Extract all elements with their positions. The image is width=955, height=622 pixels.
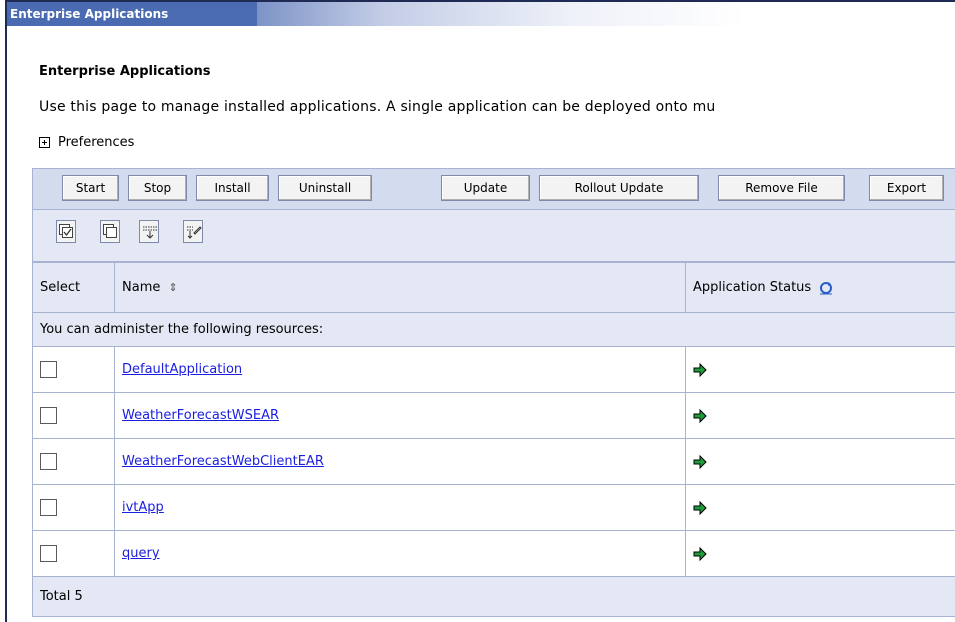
row-name-cell: WeatherForecastWSEAR (114, 392, 686, 439)
uninstall-button[interactable]: Uninstall (278, 175, 372, 201)
preferences-label[interactable]: Preferences (58, 135, 134, 150)
window-title: Enterprise Applications (10, 7, 169, 21)
applications-table: Select Name ⇕ Application Status You can… (32, 262, 955, 617)
table-row: DefaultApplication (32, 346, 955, 393)
update-button[interactable]: Update (441, 175, 530, 201)
column-header-name[interactable]: Name ⇕ (114, 262, 686, 313)
column-header-name-label[interactable]: Name (122, 280, 160, 295)
row-select-cell (32, 530, 115, 577)
start-button[interactable]: Start (62, 175, 119, 201)
column-header-select: Select (32, 262, 115, 313)
running-arrow-icon (693, 454, 707, 469)
running-arrow-icon (693, 546, 707, 561)
rollout-update-button[interactable]: Rollout Update (539, 175, 699, 201)
table-row: query (32, 530, 955, 577)
row-checkbox[interactable] (40, 499, 57, 516)
total-count: Total 5 (32, 576, 955, 617)
refresh-icon[interactable] (819, 281, 833, 295)
title-bar-gradient (257, 2, 955, 26)
column-header-status: Application Status (685, 262, 955, 313)
preferences-toggle[interactable]: Preferences (39, 133, 134, 151)
table-row: WeatherForecastWebClientEAR (32, 438, 955, 485)
row-name-cell: query (114, 530, 686, 577)
page-description: Use this page to manage installed applic… (39, 99, 716, 115)
selection-icon-bar (32, 210, 955, 262)
deselect-all-icon[interactable] (100, 220, 120, 243)
row-select-cell (32, 346, 115, 393)
info-text: You can administer the following resourc… (32, 312, 955, 347)
show-filter-icon[interactable] (139, 220, 159, 243)
app-link[interactable]: WeatherForecastWebClientEAR (122, 454, 324, 469)
install-button[interactable]: Install (196, 175, 269, 201)
info-row: You can administer the following resourc… (32, 312, 955, 347)
app-link[interactable]: WeatherForecastWSEAR (122, 408, 279, 423)
app-link[interactable]: query (122, 546, 160, 561)
running-arrow-icon (693, 500, 707, 515)
remove-file-button[interactable]: Remove File (718, 175, 845, 201)
row-name-cell: WeatherForecastWebClientEAR (114, 438, 686, 485)
running-arrow-icon (693, 362, 707, 377)
row-select-cell (32, 484, 115, 531)
page-title: Enterprise Applications (39, 64, 211, 79)
sort-icon[interactable]: ⇕ (169, 281, 178, 294)
row-status-cell (685, 392, 955, 439)
total-row: Total 5 (32, 576, 955, 617)
table-header-row: Select Name ⇕ Application Status (32, 262, 955, 313)
table-row: WeatherForecastWSEAR (32, 392, 955, 439)
app-link[interactable]: ivtApp (122, 500, 164, 515)
export-button[interactable]: Export (869, 175, 944, 201)
clear-filter-icon[interactable] (183, 220, 203, 243)
app-link[interactable]: DefaultApplication (122, 362, 242, 377)
row-checkbox[interactable] (40, 545, 57, 562)
row-checkbox[interactable] (40, 407, 57, 424)
table-row: ivtApp (32, 484, 955, 531)
running-arrow-icon (693, 408, 707, 423)
select-all-icon[interactable] (56, 220, 76, 243)
row-select-cell (32, 392, 115, 439)
row-status-cell (685, 346, 955, 393)
row-name-cell: ivtApp (114, 484, 686, 531)
row-name-cell: DefaultApplication (114, 346, 686, 393)
frame-left-border (5, 0, 7, 622)
row-select-cell (32, 438, 115, 485)
stop-button[interactable]: Stop (128, 175, 187, 201)
row-status-cell (685, 484, 955, 531)
row-checkbox[interactable] (40, 361, 57, 378)
column-header-status-label: Application Status (693, 280, 812, 295)
action-toolbar: Start Stop Install Uninstall Update Roll… (32, 168, 955, 210)
row-checkbox[interactable] (40, 453, 57, 470)
row-status-cell (685, 438, 955, 485)
expand-plus-icon[interactable] (39, 136, 50, 148)
row-status-cell (685, 530, 955, 577)
window-title-bar: Enterprise Applications (7, 2, 257, 26)
